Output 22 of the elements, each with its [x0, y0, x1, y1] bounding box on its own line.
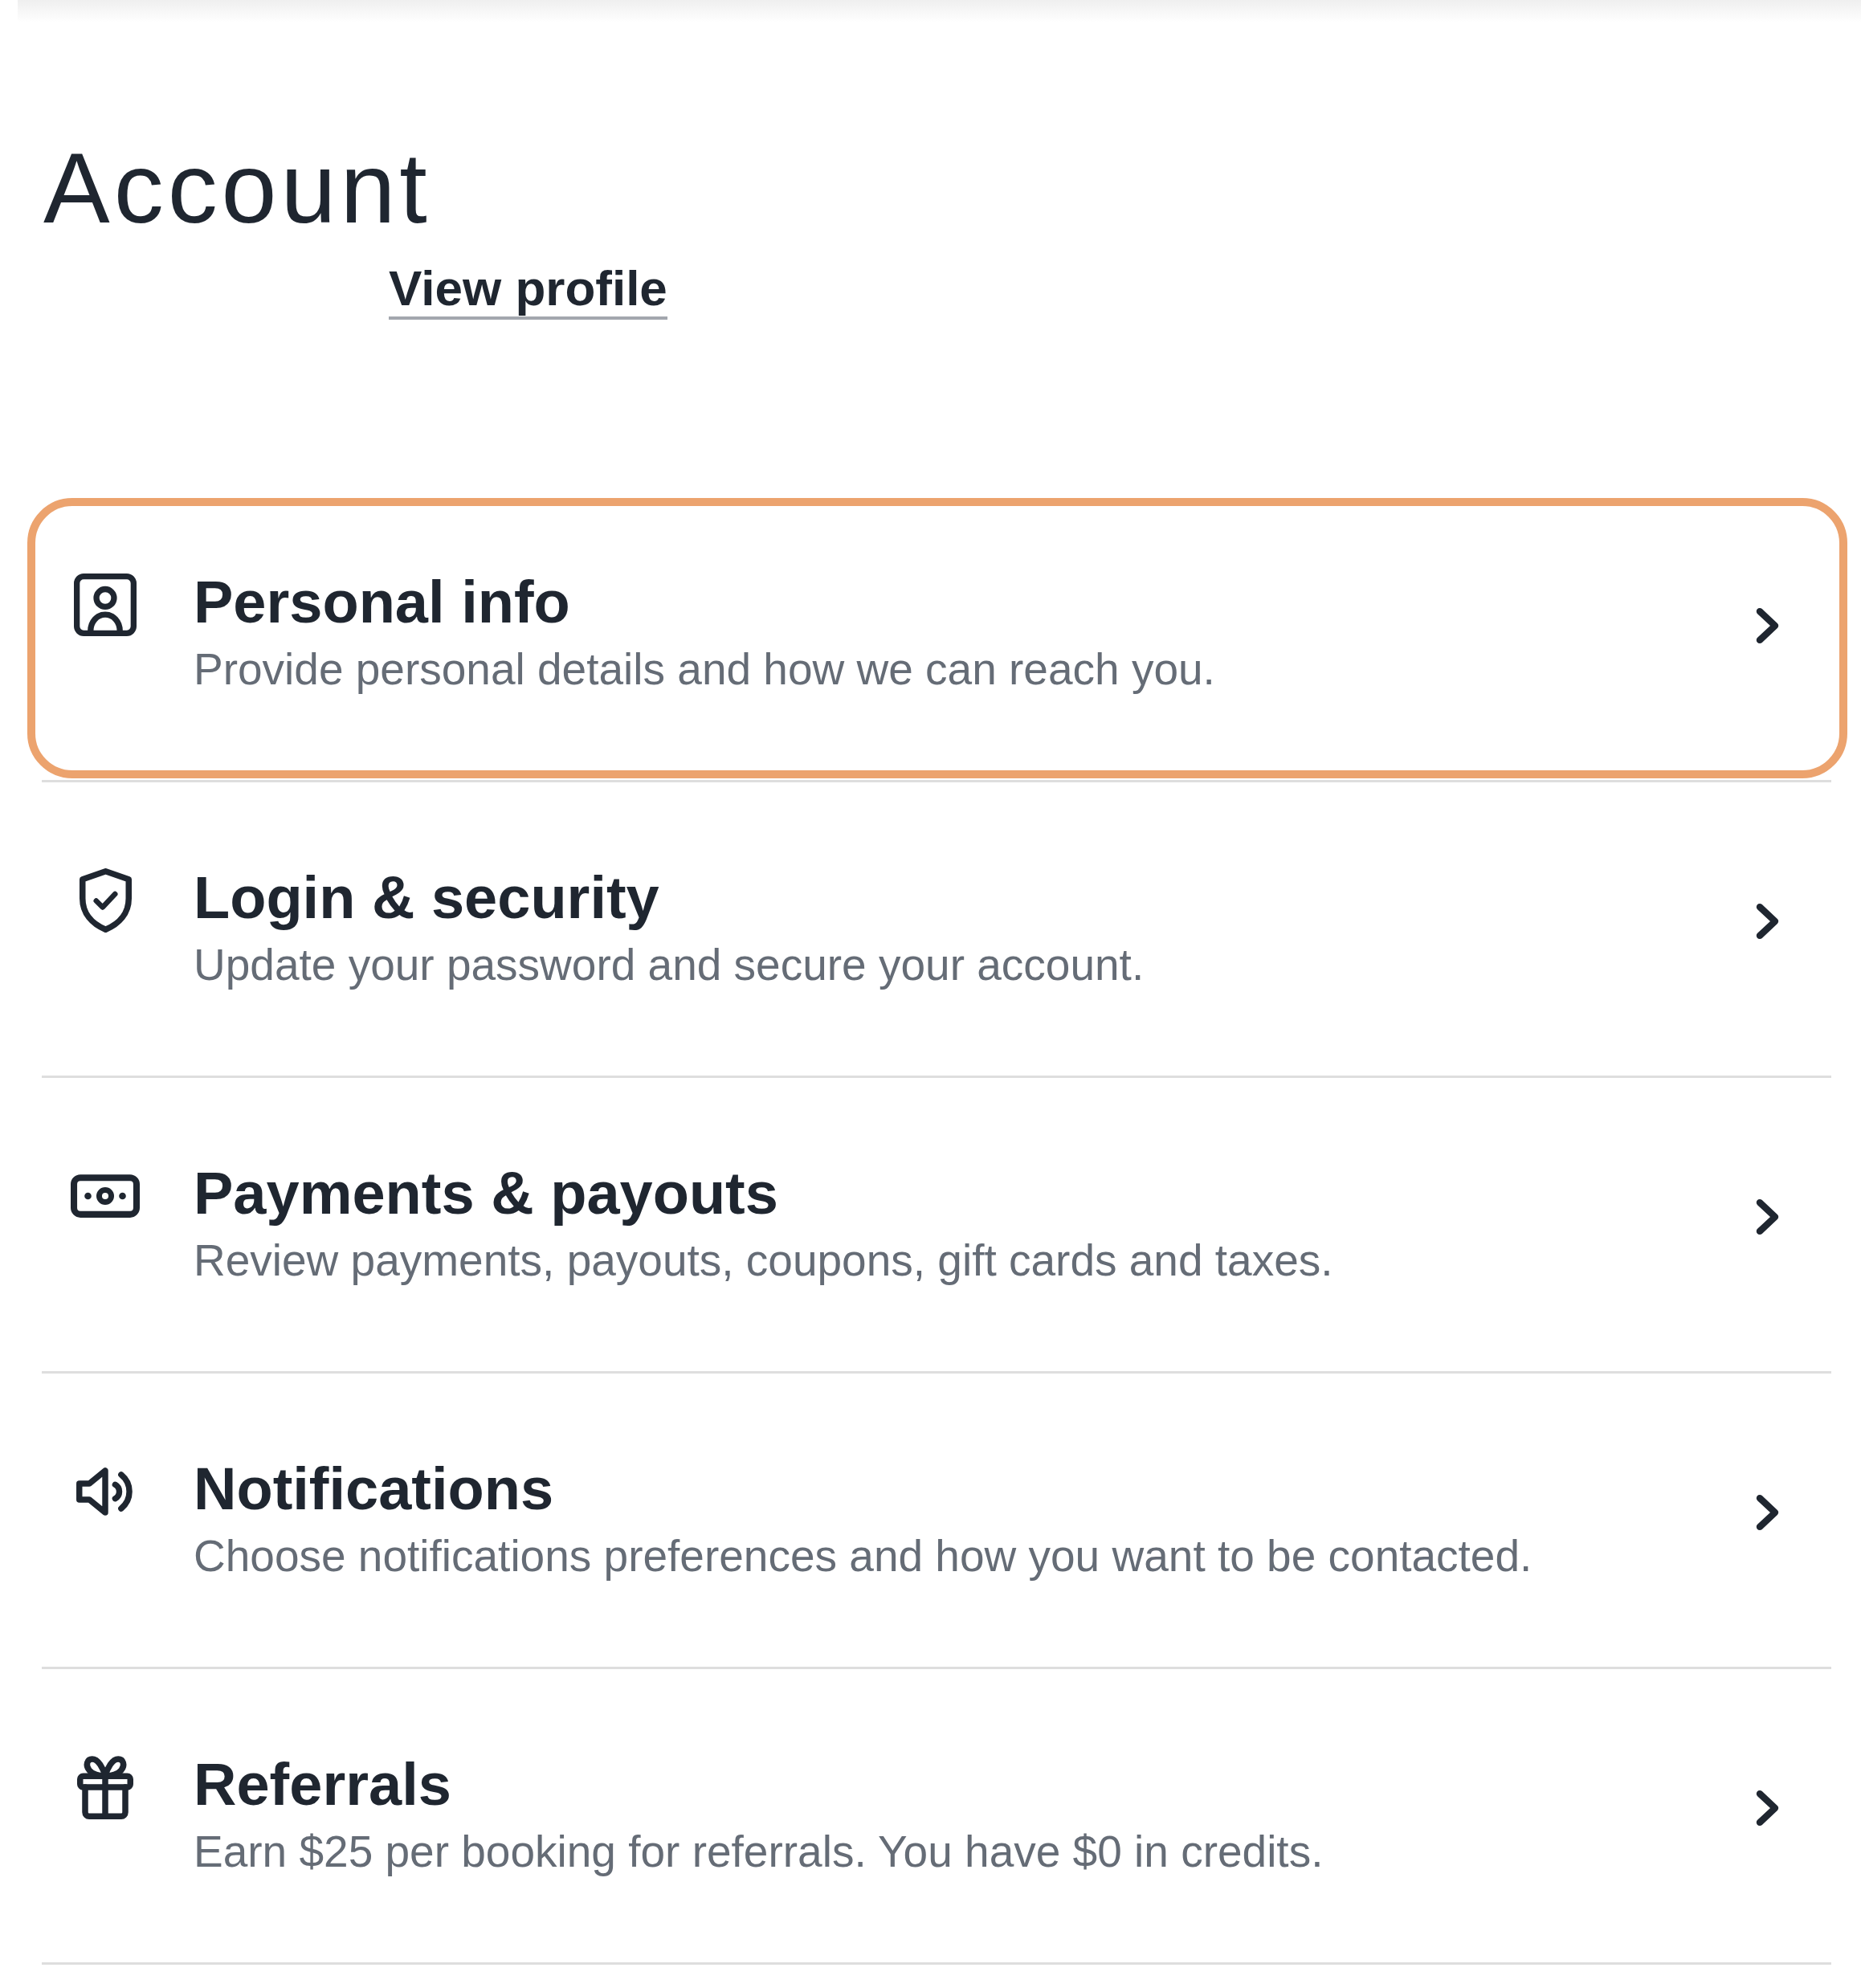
item-title: Notifications: [194, 1455, 554, 1524]
gift-icon: [77, 1755, 133, 1819]
item-description: Update your password and secure your account.: [194, 938, 1145, 991]
chevron-right-icon: [1755, 902, 1780, 941]
item-title: Referrals: [194, 1750, 451, 1819]
chevron-right-icon: [1755, 1789, 1780, 1827]
item-description: Earn $25 per booking for referrals. You have $0 in credits.: [194, 1825, 1324, 1878]
chevron-right-icon: [1755, 606, 1780, 645]
person-card-icon: [74, 574, 137, 636]
item-description: Review payments, payouts, coupons, gift cards and taxes.: [194, 1234, 1333, 1287]
banknote-icon: [71, 1174, 140, 1218]
item-description: Provide personal details and how we can reach you.: [194, 643, 1215, 696]
chevron-right-icon: [1755, 1493, 1780, 1532]
chevron-right-icon: [1755, 1198, 1780, 1236]
item-title: Payments & payouts: [194, 1159, 778, 1228]
item-description: Choose notifications preferences and how you want to be contacted.: [194, 1529, 1532, 1582]
item-title: Login & security: [194, 863, 659, 933]
view-profile-link[interactable]: View profile: [389, 263, 667, 320]
speaker-icon: [76, 1467, 134, 1517]
page-title: Account: [43, 138, 431, 238]
item-title: Personal info: [194, 568, 570, 637]
shield-check-icon: [79, 868, 132, 933]
